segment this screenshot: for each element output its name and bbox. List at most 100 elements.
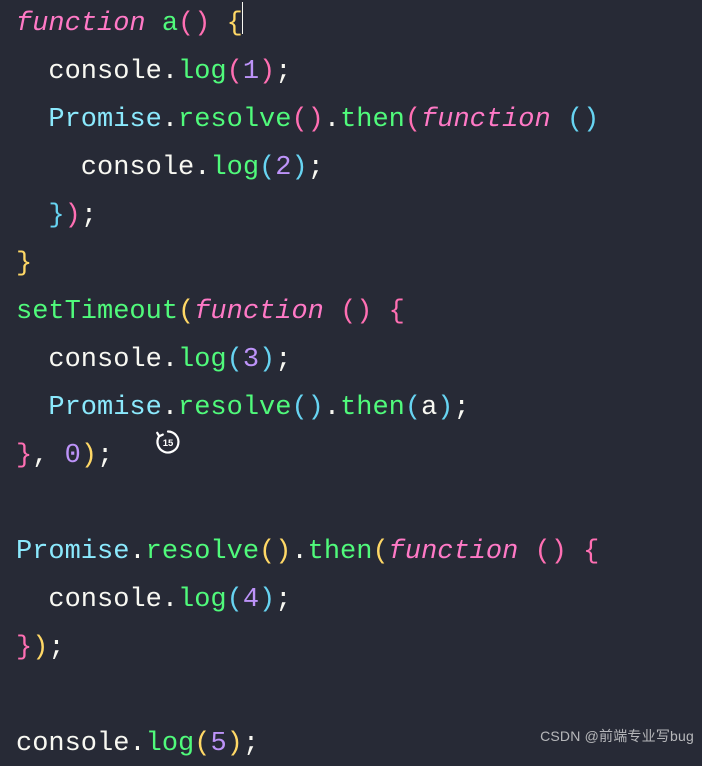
code-token: { xyxy=(583,537,599,567)
code-token: ) xyxy=(32,633,48,663)
code-token: ( xyxy=(405,393,421,423)
code-token: 3 xyxy=(243,345,259,375)
code-token: ) xyxy=(275,537,291,567)
code-token: { xyxy=(227,9,243,39)
code-token: ( xyxy=(259,153,275,183)
code-token: console xyxy=(16,729,129,759)
code-token: ; xyxy=(453,393,469,423)
code-token: ( xyxy=(291,393,307,423)
code-token: then xyxy=(340,393,405,423)
code-line: setTimeout(function () { xyxy=(16,297,405,327)
code-token: resolve xyxy=(178,393,291,423)
code-token: function xyxy=(194,297,340,327)
code-token: console xyxy=(16,57,162,87)
code-token: ( xyxy=(291,105,307,135)
code-token: { xyxy=(389,297,405,327)
code-token: ) xyxy=(551,537,567,567)
code-token: ( xyxy=(227,57,243,87)
code-token: setTimeout xyxy=(16,297,178,327)
code-token: ( xyxy=(259,537,275,567)
code-token: 5 xyxy=(210,729,226,759)
code-token: ; xyxy=(97,441,113,471)
code-token: } xyxy=(16,441,32,471)
watermark-text: CSDN @前端专业写bug xyxy=(540,712,694,760)
code-token: } xyxy=(16,633,32,663)
code-token: console xyxy=(16,585,162,615)
code-token: a xyxy=(421,393,437,423)
code-token: function xyxy=(389,537,535,567)
code-line: } xyxy=(16,249,32,279)
code-token: ) xyxy=(437,393,453,423)
code-token: ) xyxy=(356,297,372,327)
code-token: . xyxy=(291,537,307,567)
code-token: , xyxy=(32,441,64,471)
code-editor: function a() { console.log(1); Promise.r… xyxy=(0,0,702,766)
code-token: log xyxy=(178,345,227,375)
code-token: ( xyxy=(405,105,421,135)
code-line: console.log(3); xyxy=(16,345,291,375)
code-token: ) xyxy=(259,57,275,87)
code-line: }); xyxy=(16,633,65,663)
code-token xyxy=(210,9,226,39)
code-token xyxy=(567,537,583,567)
code-token: ( xyxy=(340,297,356,327)
code-token: then xyxy=(308,537,373,567)
code-token: ( xyxy=(535,537,551,567)
code-token: 4 xyxy=(243,585,259,615)
code-token: Promise xyxy=(16,105,162,135)
code-token: ; xyxy=(275,345,291,375)
code-line: }, 0); xyxy=(16,441,113,471)
code-token: ( xyxy=(227,585,243,615)
code-token: . xyxy=(162,57,178,87)
code-token: ; xyxy=(308,153,324,183)
code-token: ) xyxy=(291,153,307,183)
code-token: ( xyxy=(567,105,583,135)
code-token: ( xyxy=(372,537,388,567)
code-token: console xyxy=(16,345,162,375)
code-token: . xyxy=(162,105,178,135)
code-token: ( xyxy=(194,729,210,759)
code-token: ) xyxy=(583,105,599,135)
code-token: . xyxy=(129,729,145,759)
code-token: Promise xyxy=(16,393,162,423)
code-token: ; xyxy=(275,585,291,615)
code-line: }); xyxy=(16,201,97,231)
code-token: . xyxy=(129,537,145,567)
code-token: ) xyxy=(194,9,210,39)
code-token: resolve xyxy=(178,105,291,135)
code-line: console.log(1); xyxy=(16,57,291,87)
code-token: ; xyxy=(243,729,259,759)
code-token: log xyxy=(146,729,195,759)
code-line: Promise.resolve().then(function () xyxy=(16,105,599,135)
code-token: . xyxy=(162,393,178,423)
code-token xyxy=(372,297,388,327)
code-token: ; xyxy=(81,201,97,231)
code-token: 0 xyxy=(65,441,81,471)
code-token: function xyxy=(16,9,162,39)
code-token: 2 xyxy=(275,153,291,183)
code-token: a xyxy=(162,9,178,39)
code-line: Promise.resolve().then(a); xyxy=(16,393,470,423)
code-token: . xyxy=(162,585,178,615)
code-token: Promise xyxy=(16,537,129,567)
text-cursor xyxy=(242,2,243,34)
code-line: Promise.resolve().then(function () { xyxy=(16,537,599,567)
code-token: ) xyxy=(81,441,97,471)
code-token: function xyxy=(421,105,567,135)
code-token: ) xyxy=(259,585,275,615)
code-token: 1 xyxy=(243,57,259,87)
code-token: then xyxy=(340,105,405,135)
code-token: ) xyxy=(65,201,81,231)
code-token: . xyxy=(162,345,178,375)
code-token: ( xyxy=(178,9,194,39)
code-token: log xyxy=(210,153,259,183)
code-token: ) xyxy=(308,105,324,135)
code-token: ) xyxy=(308,393,324,423)
code-token: log xyxy=(178,57,227,87)
code-token: ; xyxy=(275,57,291,87)
code-token: } xyxy=(16,201,65,231)
code-line: function a() { xyxy=(16,9,243,39)
code-token: resolve xyxy=(146,537,259,567)
code-token: ) xyxy=(259,345,275,375)
code-token: . xyxy=(324,393,340,423)
